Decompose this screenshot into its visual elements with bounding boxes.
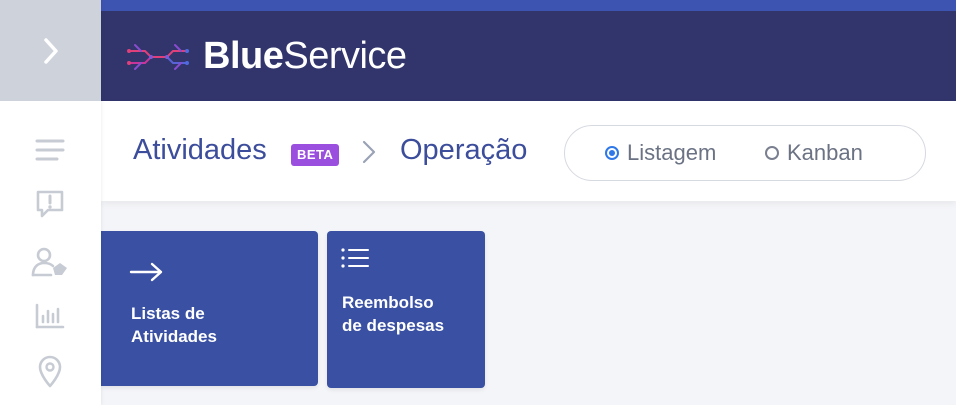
sidebar-expand-button[interactable] <box>0 0 101 101</box>
sidebar-item-alerts[interactable] <box>30 186 70 222</box>
arrow-right-icon <box>129 262 163 282</box>
list-icon <box>341 248 369 268</box>
sidebar-item-reports[interactable] <box>30 298 70 334</box>
chevron-right-icon <box>362 140 376 164</box>
view-option-kanban[interactable]: Kanban <box>765 140 863 166</box>
card-title: Listas de Atividades <box>131 304 217 346</box>
card-reembolso-de-despesas[interactable]: Reembolso de despesas <box>327 231 485 388</box>
chevron-right-icon <box>43 37 58 64</box>
sidebar <box>0 0 101 405</box>
bar-chart-icon <box>35 303 65 329</box>
view-mode-toggle: Listagem Kanban <box>564 125 926 181</box>
accent-strip <box>101 0 956 11</box>
beta-badge: BETA <box>291 144 340 166</box>
view-option-label: Listagem <box>627 140 717 165</box>
app-header: BlueService <box>101 11 956 101</box>
breadcrumb-section[interactable]: Atividades <box>133 134 267 167</box>
radio-selected-icon <box>605 146 619 160</box>
menu-icon <box>35 139 65 161</box>
view-option-label: Kanban <box>787 140 863 165</box>
sidebar-item-menu[interactable] <box>30 132 70 168</box>
sidebar-item-locations[interactable] <box>30 354 70 390</box>
card-title: Reembolso de despesas <box>342 293 445 335</box>
location-pin-icon <box>38 355 62 388</box>
user-tag-icon <box>31 247 67 277</box>
sidebar-item-users[interactable] <box>30 244 70 280</box>
radio-unselected-icon <box>765 146 779 160</box>
page-header: Atividades BETA Operação Listagem Kanban <box>101 101 956 201</box>
breadcrumb-current[interactable]: Operação <box>400 134 527 167</box>
view-option-listagem[interactable]: Listagem <box>605 140 716 166</box>
logo-mark-icon <box>127 43 189 70</box>
brand-logo[interactable]: BlueService <box>127 35 407 78</box>
alert-message-icon <box>36 190 64 218</box>
brand-name: BlueService <box>203 35 407 77</box>
card-listas-de-atividades[interactable]: Listas de Atividades <box>101 231 318 386</box>
